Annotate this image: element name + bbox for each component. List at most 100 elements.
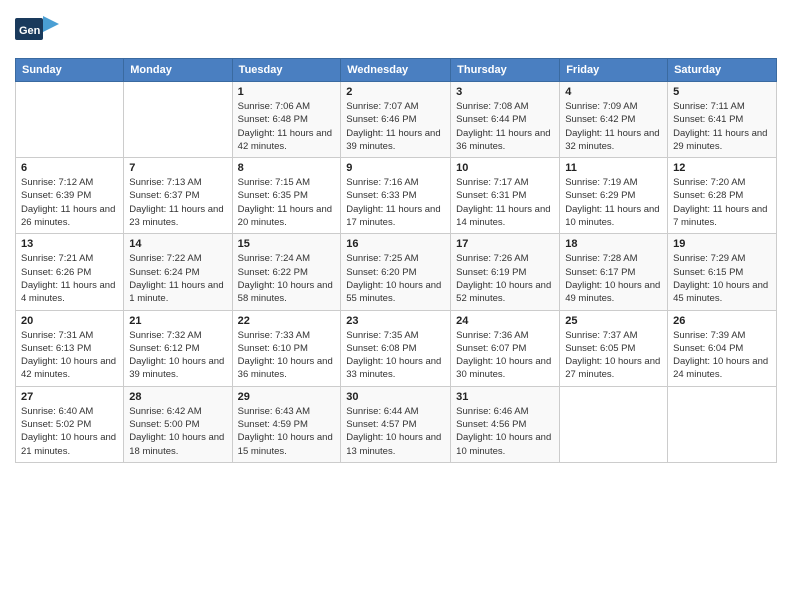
- calendar-cell: 6Sunrise: 7:12 AMSunset: 6:39 PMDaylight…: [16, 158, 124, 234]
- day-number: 13: [21, 238, 118, 250]
- day-detail: Sunrise: 6:43 AMSunset: 4:59 PMDaylight:…: [238, 405, 336, 458]
- day-number: 23: [346, 315, 445, 327]
- calendar-cell: 4Sunrise: 7:09 AMSunset: 6:42 PMDaylight…: [560, 82, 668, 158]
- day-number: 29: [238, 391, 336, 403]
- calendar-cell: 16Sunrise: 7:25 AMSunset: 6:20 PMDayligh…: [341, 234, 451, 310]
- calendar-cell: 14 Sunrise: 7:22 AMSunset: 6:24 PMDayligh…: [124, 234, 232, 310]
- day-detail: Sunrise: 7:36 AMSunset: 6:07 PMDaylight:…: [456, 329, 554, 382]
- week-row-3: 13 Sunrise: 7:21 AMSunset: 6:26 PMDayligh…: [16, 234, 777, 310]
- day-detail: Sunrise: 7:39 AMSunset: 6:04 PMDaylight:…: [673, 329, 771, 382]
- day-detail: Sunrise: 7:31 AMSunset: 6:13 PMDaylight:…: [21, 329, 118, 382]
- day-number: 24: [456, 315, 554, 327]
- day-detail: Sunrise: 7:16 AMSunset: 6:33 PMDaylight:…: [346, 176, 445, 229]
- calendar-cell: 12 Sunrise: 7:20 AMSunset: 6:28 PMDayligh…: [668, 158, 777, 234]
- calendar-cell: 20 Sunrise: 7:31 AMSunset: 6:13 PMDayligh…: [16, 310, 124, 386]
- day-detail: Sunrise: 7:07 AMSunset: 6:46 PMDaylight:…: [346, 100, 445, 153]
- week-row-5: 27 Sunrise: 6:40 AMSunset: 5:02 PMDayligh…: [16, 386, 777, 462]
- day-detail: Sunrise: 7:32 AMSunset: 6:12 PMDaylight:…: [129, 329, 226, 382]
- calendar-cell: 15 Sunrise: 7:24 AMSunset: 6:22 PMDayligh…: [232, 234, 341, 310]
- calendar-cell: 21 Sunrise: 7:32 AMSunset: 6:12 PMDayligh…: [124, 310, 232, 386]
- day-number: 14: [129, 238, 226, 250]
- day-number: 25: [565, 315, 662, 327]
- calendar-cell: 25 Sunrise: 7:37 AMSunset: 6:05 PMDayligh…: [560, 310, 668, 386]
- day-number: 3: [456, 86, 554, 98]
- weekday-friday: Friday: [560, 59, 668, 82]
- day-number: 10: [456, 162, 554, 174]
- calendar-cell: 18 Sunrise: 7:28 AMSunset: 6:17 PMDayligh…: [560, 234, 668, 310]
- calendar-cell: 26 Sunrise: 7:39 AMSunset: 6:04 PMDayligh…: [668, 310, 777, 386]
- week-row-4: 20 Sunrise: 7:31 AMSunset: 6:13 PMDayligh…: [16, 310, 777, 386]
- day-detail: Sunrise: 7:21 AMSunset: 6:26 PMDaylight:…: [21, 252, 118, 305]
- calendar-cell: 5 Sunrise: 7:11 AMSunset: 6:41 PMDaylight…: [668, 82, 777, 158]
- day-detail: Sunrise: 7:28 AMSunset: 6:17 PMDaylight:…: [565, 252, 662, 305]
- day-number: 21: [129, 315, 226, 327]
- calendar-cell: 3 Sunrise: 7:08 AMSunset: 6:44 PMDaylight…: [451, 82, 560, 158]
- logo-icon: Gen: [15, 14, 59, 52]
- calendar-cell: 28 Sunrise: 6:42 AMSunset: 5:00 PMDayligh…: [124, 386, 232, 462]
- day-number: 30: [346, 391, 445, 403]
- calendar-table: SundayMondayTuesdayWednesdayThursdayFrid…: [15, 58, 777, 463]
- day-detail: Sunrise: 7:13 AMSunset: 6:37 PMDaylight:…: [129, 176, 226, 229]
- day-detail: Sunrise: 7:15 AMSunset: 6:35 PMDaylight:…: [238, 176, 336, 229]
- weekday-header-row: SundayMondayTuesdayWednesdayThursdayFrid…: [16, 59, 777, 82]
- day-number: 26: [673, 315, 771, 327]
- calendar-cell: [668, 386, 777, 462]
- header: Gen: [15, 10, 777, 52]
- week-row-1: 1Sunrise: 7:06 AMSunset: 6:48 PMDaylight…: [16, 82, 777, 158]
- day-detail: Sunrise: 7:35 AMSunset: 6:08 PMDaylight:…: [346, 329, 445, 382]
- weekday-saturday: Saturday: [668, 59, 777, 82]
- calendar-cell: 30 Sunrise: 6:44 AMSunset: 4:57 PMDayligh…: [341, 386, 451, 462]
- calendar-cell: [560, 386, 668, 462]
- weekday-tuesday: Tuesday: [232, 59, 341, 82]
- day-number: 8: [238, 162, 336, 174]
- calendar-cell: [124, 82, 232, 158]
- day-detail: Sunrise: 6:40 AMSunset: 5:02 PMDaylight:…: [21, 405, 118, 458]
- day-detail: Sunrise: 6:44 AMSunset: 4:57 PMDaylight:…: [346, 405, 445, 458]
- day-number: 17: [456, 238, 554, 250]
- day-number: 5: [673, 86, 771, 98]
- calendar-cell: 7 Sunrise: 7:13 AMSunset: 6:37 PMDaylight…: [124, 158, 232, 234]
- calendar-cell: 11 Sunrise: 7:19 AMSunset: 6:29 PMDayligh…: [560, 158, 668, 234]
- day-number: 22: [238, 315, 336, 327]
- day-detail: Sunrise: 7:09 AMSunset: 6:42 PMDaylight:…: [565, 100, 662, 153]
- day-number: 18: [565, 238, 662, 250]
- calendar-cell: 13 Sunrise: 7:21 AMSunset: 6:26 PMDayligh…: [16, 234, 124, 310]
- calendar-cell: [16, 82, 124, 158]
- day-detail: Sunrise: 6:42 AMSunset: 5:00 PMDaylight:…: [129, 405, 226, 458]
- day-detail: Sunrise: 7:24 AMSunset: 6:22 PMDaylight:…: [238, 252, 336, 305]
- day-number: 7: [129, 162, 226, 174]
- day-detail: Sunrise: 7:11 AMSunset: 6:41 PMDaylight:…: [673, 100, 771, 153]
- day-number: 28: [129, 391, 226, 403]
- page: Gen SundayMondayTuesdayWednesdayThursday…: [0, 0, 792, 612]
- calendar-cell: 10 Sunrise: 7:17 AMSunset: 6:31 PMDayligh…: [451, 158, 560, 234]
- day-detail: Sunrise: 7:08 AMSunset: 6:44 PMDaylight:…: [456, 100, 554, 153]
- calendar-cell: 23 Sunrise: 7:35 AMSunset: 6:08 PMDayligh…: [341, 310, 451, 386]
- day-number: 20: [21, 315, 118, 327]
- calendar-cell: 24 Sunrise: 7:36 AMSunset: 6:07 PMDayligh…: [451, 310, 560, 386]
- day-number: 15: [238, 238, 336, 250]
- day-number: 27: [21, 391, 118, 403]
- calendar-cell: 29 Sunrise: 6:43 AMSunset: 4:59 PMDayligh…: [232, 386, 341, 462]
- day-detail: Sunrise: 7:17 AMSunset: 6:31 PMDaylight:…: [456, 176, 554, 229]
- day-detail: Sunrise: 7:22 AMSunset: 6:24 PMDaylight:…: [129, 252, 226, 305]
- day-number: 11: [565, 162, 662, 174]
- day-detail: Sunrise: 6:46 AMSunset: 4:56 PMDaylight:…: [456, 405, 554, 458]
- day-detail: Sunrise: 7:26 AMSunset: 6:19 PMDaylight:…: [456, 252, 554, 305]
- calendar-cell: 17 Sunrise: 7:26 AMSunset: 6:19 PMDayligh…: [451, 234, 560, 310]
- svg-text:Gen: Gen: [19, 25, 41, 37]
- calendar-cell: 8 Sunrise: 7:15 AMSunset: 6:35 PMDaylight…: [232, 158, 341, 234]
- day-detail: Sunrise: 7:29 AMSunset: 6:15 PMDaylight:…: [673, 252, 771, 305]
- day-detail: Sunrise: 7:20 AMSunset: 6:28 PMDaylight:…: [673, 176, 771, 229]
- day-detail: Sunrise: 7:06 AMSunset: 6:48 PMDaylight:…: [238, 100, 336, 153]
- day-detail: Sunrise: 7:37 AMSunset: 6:05 PMDaylight:…: [565, 329, 662, 382]
- calendar-cell: 19 Sunrise: 7:29 AMSunset: 6:15 PMDayligh…: [668, 234, 777, 310]
- day-detail: Sunrise: 7:33 AMSunset: 6:10 PMDaylight:…: [238, 329, 336, 382]
- day-number: 19: [673, 238, 771, 250]
- calendar-cell: 2Sunrise: 7:07 AMSunset: 6:46 PMDaylight…: [341, 82, 451, 158]
- weekday-wednesday: Wednesday: [341, 59, 451, 82]
- day-detail: Sunrise: 7:19 AMSunset: 6:29 PMDaylight:…: [565, 176, 662, 229]
- day-detail: Sunrise: 7:25 AMSunset: 6:20 PMDaylight:…: [346, 252, 445, 305]
- weekday-sunday: Sunday: [16, 59, 124, 82]
- day-number: 12: [673, 162, 771, 174]
- week-row-2: 6Sunrise: 7:12 AMSunset: 6:39 PMDaylight…: [16, 158, 777, 234]
